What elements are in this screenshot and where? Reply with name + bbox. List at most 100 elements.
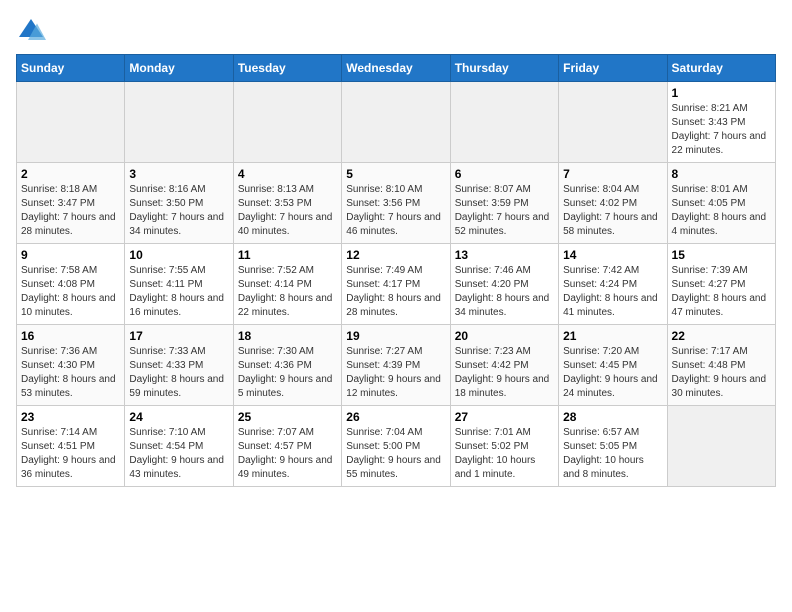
calendar-cell: 5 Sunrise: 8:10 AM Sunset: 3:56 PM Daylig… xyxy=(342,163,450,244)
day-info: Sunrise: 7:36 AM Sunset: 4:30 PM Dayligh… xyxy=(21,345,120,401)
day-number: 25 xyxy=(238,410,337,424)
day-info: Sunrise: 8:10 AM Sunset: 3:56 PM Dayligh… xyxy=(346,183,445,239)
weekday-header-wednesday: Wednesday xyxy=(342,55,450,82)
day-number: 27 xyxy=(455,410,554,424)
day-number: 10 xyxy=(129,248,228,262)
day-info: Sunrise: 7:07 AM Sunset: 4:57 PM Dayligh… xyxy=(238,426,337,482)
calendar-cell: 10 Sunrise: 7:55 AM Sunset: 4:11 PM Dayli… xyxy=(125,244,233,325)
day-info: Sunrise: 7:42 AM Sunset: 4:24 PM Dayligh… xyxy=(563,264,662,320)
day-number: 4 xyxy=(238,167,337,181)
calendar-cell: 6 Sunrise: 8:07 AM Sunset: 3:59 PM Daylig… xyxy=(450,163,558,244)
logo xyxy=(16,16,50,46)
day-info: Sunrise: 7:58 AM Sunset: 4:08 PM Dayligh… xyxy=(21,264,120,320)
day-info: Sunrise: 7:01 AM Sunset: 5:02 PM Dayligh… xyxy=(455,426,554,482)
day-info: Sunrise: 8:16 AM Sunset: 3:50 PM Dayligh… xyxy=(129,183,228,239)
day-info: Sunrise: 7:27 AM Sunset: 4:39 PM Dayligh… xyxy=(346,345,445,401)
day-number: 14 xyxy=(563,248,662,262)
day-number: 11 xyxy=(238,248,337,262)
calendar-cell: 20 Sunrise: 7:23 AM Sunset: 4:42 PM Dayli… xyxy=(450,325,558,406)
calendar-cell: 2 Sunrise: 8:18 AM Sunset: 3:47 PM Daylig… xyxy=(17,163,125,244)
day-number: 20 xyxy=(455,329,554,343)
page-header xyxy=(16,16,776,46)
week-row-2: 2 Sunrise: 8:18 AM Sunset: 3:47 PM Daylig… xyxy=(17,163,776,244)
day-number: 22 xyxy=(672,329,771,343)
calendar-cell: 4 Sunrise: 8:13 AM Sunset: 3:53 PM Daylig… xyxy=(233,163,341,244)
day-info: Sunrise: 7:30 AM Sunset: 4:36 PM Dayligh… xyxy=(238,345,337,401)
day-number: 3 xyxy=(129,167,228,181)
calendar-cell: 12 Sunrise: 7:49 AM Sunset: 4:17 PM Dayli… xyxy=(342,244,450,325)
week-row-1: 1Sunrise: 8:21 AM Sunset: 3:43 PM Daylig… xyxy=(17,82,776,163)
day-number: 21 xyxy=(563,329,662,343)
weekday-header-friday: Friday xyxy=(559,55,667,82)
weekday-header-saturday: Saturday xyxy=(667,55,775,82)
week-row-5: 23 Sunrise: 7:14 AM Sunset: 4:51 PM Dayli… xyxy=(17,406,776,487)
weekday-header-monday: Monday xyxy=(125,55,233,82)
day-info: Sunrise: 7:20 AM Sunset: 4:45 PM Dayligh… xyxy=(563,345,662,401)
calendar-cell: 3 Sunrise: 8:16 AM Sunset: 3:50 PM Daylig… xyxy=(125,163,233,244)
calendar-cell xyxy=(342,82,450,163)
day-number: 6 xyxy=(455,167,554,181)
calendar-cell: 15 Sunrise: 7:39 AM Sunset: 4:27 PM Dayli… xyxy=(667,244,775,325)
day-info: Sunrise: 7:23 AM Sunset: 4:42 PM Dayligh… xyxy=(455,345,554,401)
day-number: 9 xyxy=(21,248,120,262)
day-number: 5 xyxy=(346,167,445,181)
calendar-cell: 13 Sunrise: 7:46 AM Sunset: 4:20 PM Dayli… xyxy=(450,244,558,325)
calendar-header: SundayMondayTuesdayWednesdayThursdayFrid… xyxy=(17,55,776,82)
weekday-header-thursday: Thursday xyxy=(450,55,558,82)
day-number: 13 xyxy=(455,248,554,262)
day-number: 19 xyxy=(346,329,445,343)
calendar-cell: 9 Sunrise: 7:58 AM Sunset: 4:08 PM Daylig… xyxy=(17,244,125,325)
calendar-cell: 16Sunrise: 7:36 AM Sunset: 4:30 PM Dayli… xyxy=(17,325,125,406)
day-info: Sunrise: 6:57 AM Sunset: 5:05 PM Dayligh… xyxy=(563,426,662,482)
week-row-3: 9 Sunrise: 7:58 AM Sunset: 4:08 PM Daylig… xyxy=(17,244,776,325)
day-info: Sunrise: 7:39 AM Sunset: 4:27 PM Dayligh… xyxy=(672,264,771,320)
calendar-cell: 21 Sunrise: 7:20 AM Sunset: 4:45 PM Dayli… xyxy=(559,325,667,406)
calendar-cell xyxy=(667,406,775,487)
day-number: 12 xyxy=(346,248,445,262)
day-number: 8 xyxy=(672,167,771,181)
day-info: Sunrise: 8:04 AM Sunset: 4:02 PM Dayligh… xyxy=(563,183,662,239)
day-info: Sunrise: 7:33 AM Sunset: 4:33 PM Dayligh… xyxy=(129,345,228,401)
day-info: Sunrise: 7:14 AM Sunset: 4:51 PM Dayligh… xyxy=(21,426,120,482)
calendar-body: 1Sunrise: 8:21 AM Sunset: 3:43 PM Daylig… xyxy=(17,82,776,487)
day-number: 24 xyxy=(129,410,228,424)
day-number: 17 xyxy=(129,329,228,343)
week-row-4: 16Sunrise: 7:36 AM Sunset: 4:30 PM Dayli… xyxy=(17,325,776,406)
calendar-cell: 8Sunrise: 8:01 AM Sunset: 4:05 PM Daylig… xyxy=(667,163,775,244)
day-info: Sunrise: 8:13 AM Sunset: 3:53 PM Dayligh… xyxy=(238,183,337,239)
calendar-cell: 19 Sunrise: 7:27 AM Sunset: 4:39 PM Dayli… xyxy=(342,325,450,406)
calendar-cell: 22 Sunrise: 7:17 AM Sunset: 4:48 PM Dayli… xyxy=(667,325,775,406)
day-info: Sunrise: 7:46 AM Sunset: 4:20 PM Dayligh… xyxy=(455,264,554,320)
day-number: 18 xyxy=(238,329,337,343)
calendar-table: SundayMondayTuesdayWednesdayThursdayFrid… xyxy=(16,54,776,487)
calendar-cell: 18 Sunrise: 7:30 AM Sunset: 4:36 PM Dayli… xyxy=(233,325,341,406)
calendar-cell: 28 Sunrise: 6:57 AM Sunset: 5:05 PM Dayli… xyxy=(559,406,667,487)
day-info: Sunrise: 7:04 AM Sunset: 5:00 PM Dayligh… xyxy=(346,426,445,482)
day-info: Sunrise: 8:18 AM Sunset: 3:47 PM Dayligh… xyxy=(21,183,120,239)
weekday-header-row: SundayMondayTuesdayWednesdayThursdayFrid… xyxy=(17,55,776,82)
calendar-cell xyxy=(17,82,125,163)
day-number: 26 xyxy=(346,410,445,424)
day-number: 23 xyxy=(21,410,120,424)
calendar-cell xyxy=(450,82,558,163)
day-number: 15 xyxy=(672,248,771,262)
day-number: 28 xyxy=(563,410,662,424)
calendar-cell: 14 Sunrise: 7:42 AM Sunset: 4:24 PM Dayli… xyxy=(559,244,667,325)
day-info: Sunrise: 7:49 AM Sunset: 4:17 PM Dayligh… xyxy=(346,264,445,320)
calendar-cell: 7Sunrise: 8:04 AM Sunset: 4:02 PM Daylig… xyxy=(559,163,667,244)
day-info: Sunrise: 7:10 AM Sunset: 4:54 PM Dayligh… xyxy=(129,426,228,482)
calendar-cell xyxy=(233,82,341,163)
calendar-cell: 25 Sunrise: 7:07 AM Sunset: 4:57 PM Dayli… xyxy=(233,406,341,487)
day-info: Sunrise: 7:52 AM Sunset: 4:14 PM Dayligh… xyxy=(238,264,337,320)
calendar-cell: 1Sunrise: 8:21 AM Sunset: 3:43 PM Daylig… xyxy=(667,82,775,163)
day-info: Sunrise: 7:55 AM Sunset: 4:11 PM Dayligh… xyxy=(129,264,228,320)
calendar-cell: 11 Sunrise: 7:52 AM Sunset: 4:14 PM Dayli… xyxy=(233,244,341,325)
calendar-cell: 24 Sunrise: 7:10 AM Sunset: 4:54 PM Dayli… xyxy=(125,406,233,487)
day-number: 2 xyxy=(21,167,120,181)
calendar-cell xyxy=(559,82,667,163)
weekday-header-sunday: Sunday xyxy=(17,55,125,82)
day-info: Sunrise: 7:17 AM Sunset: 4:48 PM Dayligh… xyxy=(672,345,771,401)
day-info: Sunrise: 8:07 AM Sunset: 3:59 PM Dayligh… xyxy=(455,183,554,239)
calendar-cell: 23 Sunrise: 7:14 AM Sunset: 4:51 PM Dayli… xyxy=(17,406,125,487)
calendar-cell xyxy=(125,82,233,163)
